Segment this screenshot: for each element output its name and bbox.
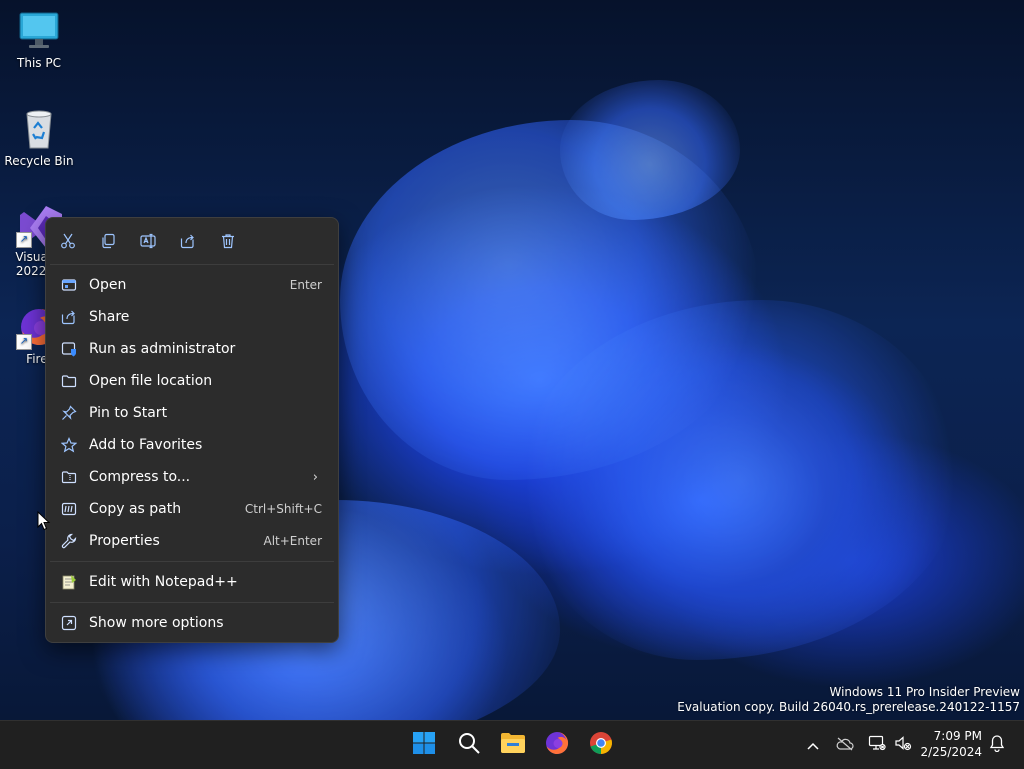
menu-item-label: Compress to... xyxy=(89,469,191,485)
clock-date: 2/25/2024 xyxy=(920,745,982,759)
menu-item-copy-as-path[interactable]: Copy as path Ctrl+Shift+C xyxy=(50,493,334,525)
menu-item-label: Share xyxy=(89,309,130,325)
notepadpp-icon xyxy=(61,574,77,590)
onedrive-status-button[interactable] xyxy=(835,735,855,755)
menu-item-shortcut: Alt+Enter xyxy=(263,534,322,548)
volume-status-button[interactable] xyxy=(893,735,913,755)
wrench-icon xyxy=(61,533,77,549)
delete-button[interactable] xyxy=(220,232,260,254)
taskbar-chrome-button[interactable] xyxy=(585,729,617,761)
desktop-icon-label: Recycle Bin xyxy=(4,154,74,168)
folder-icon xyxy=(500,732,526,758)
menu-divider xyxy=(50,602,334,603)
desktop-icon-this-pc[interactable]: This PC xyxy=(1,10,77,70)
menu-item-label: Open xyxy=(89,277,127,293)
network-icon xyxy=(868,735,886,755)
menu-item-open[interactable]: Open Enter xyxy=(50,269,334,301)
menu-item-shortcut: Ctrl+Shift+C xyxy=(244,502,322,516)
star-icon xyxy=(60,437,78,453)
taskbar-file-explorer-button[interactable] xyxy=(497,729,529,761)
watermark-line2: Evaluation copy. Build 26040.rs_prerelea… xyxy=(677,700,1020,714)
menu-item-label: Properties xyxy=(89,533,160,549)
copy-path-icon xyxy=(61,501,77,517)
zip-folder-icon xyxy=(61,469,77,485)
menu-item-compress-to[interactable]: Compress to... › xyxy=(50,461,334,493)
scissors-icon xyxy=(60,233,76,253)
shortcut-arrow-icon: ↗ xyxy=(16,232,32,248)
menu-item-pin-to-start[interactable]: Pin to Start xyxy=(50,397,334,429)
menu-item-label: Run as administrator xyxy=(89,341,236,357)
menu-item-label: Edit with Notepad++ xyxy=(89,574,238,590)
recycle-bin-icon xyxy=(18,108,60,150)
desktop-icon-label: This PC xyxy=(17,56,61,70)
menu-item-edit-with-notepad-plus-plus[interactable]: Edit with Notepad++ xyxy=(50,566,334,598)
taskbar-firefox-button[interactable] xyxy=(541,729,573,761)
taskbar-search-button[interactable] xyxy=(453,729,485,761)
firefox-icon xyxy=(544,730,570,760)
menu-item-show-more-options[interactable]: Show more options xyxy=(50,607,334,639)
watermark-line1: Windows 11 Pro Insider Preview xyxy=(829,685,1020,699)
menu-item-shortcut: Enter xyxy=(289,278,322,292)
folder-icon xyxy=(61,373,77,389)
copy-button[interactable] xyxy=(100,232,140,254)
context-menu-quick-actions xyxy=(46,218,338,254)
submenu-chevron-icon: › xyxy=(312,469,318,485)
shortcut-arrow-icon: ↗ xyxy=(16,334,32,350)
speaker-muted-icon xyxy=(894,735,912,755)
context-menu: Open Enter Share Run as administrator Op… xyxy=(45,217,339,643)
monitor-icon xyxy=(18,10,60,52)
notification-center-button[interactable] xyxy=(987,735,1007,755)
more-options-icon xyxy=(61,615,77,631)
clock-time: 7:09 PM xyxy=(933,729,982,743)
menu-item-properties[interactable]: Properties Alt+Enter xyxy=(50,525,334,557)
menu-item-label: Add to Favorites xyxy=(89,437,203,453)
cloud-offline-icon xyxy=(836,736,854,755)
menu-item-label: Pin to Start xyxy=(89,405,168,421)
share-button[interactable] xyxy=(180,232,220,254)
menu-item-add-to-favorites[interactable]: Add to Favorites xyxy=(50,429,334,461)
bell-icon xyxy=(989,734,1005,756)
start-button[interactable] xyxy=(408,729,440,761)
menu-item-open-file-location[interactable]: Open file location xyxy=(50,365,334,397)
chevron-up-icon xyxy=(806,736,820,755)
pin-icon xyxy=(61,405,77,421)
show-hidden-icons-button[interactable] xyxy=(804,735,822,755)
search-icon xyxy=(457,731,481,759)
mouse-cursor-icon xyxy=(37,510,51,535)
share-icon xyxy=(61,309,77,325)
menu-divider xyxy=(50,264,334,265)
share-icon xyxy=(180,233,196,253)
menu-item-run-as-administrator[interactable]: Run as administrator xyxy=(50,333,334,365)
rename-icon xyxy=(140,233,158,253)
menu-item-label: Open file location xyxy=(89,373,213,389)
open-icon xyxy=(61,277,77,293)
desktop-icon-recycle-bin[interactable]: Recycle Bin xyxy=(1,108,77,168)
trash-icon xyxy=(220,233,236,253)
rename-button[interactable] xyxy=(140,232,180,254)
evaluation-watermark: Windows 11 Pro Insider Preview Evaluatio… xyxy=(677,685,1020,715)
network-status-button[interactable] xyxy=(867,735,887,755)
admin-shield-icon xyxy=(61,341,77,357)
menu-item-share[interactable]: Share xyxy=(50,301,334,333)
chrome-icon xyxy=(588,730,614,760)
taskbar: 7:09 PM 2/25/2024 xyxy=(0,720,1024,769)
taskbar-clock[interactable]: 7:09 PM 2/25/2024 xyxy=(920,728,982,760)
windows-logo-icon xyxy=(412,731,436,759)
copy-icon xyxy=(100,233,116,253)
menu-item-label: Show more options xyxy=(89,615,224,631)
cut-button[interactable] xyxy=(60,232,100,254)
menu-divider xyxy=(50,561,334,562)
menu-item-label: Copy as path xyxy=(89,501,182,517)
